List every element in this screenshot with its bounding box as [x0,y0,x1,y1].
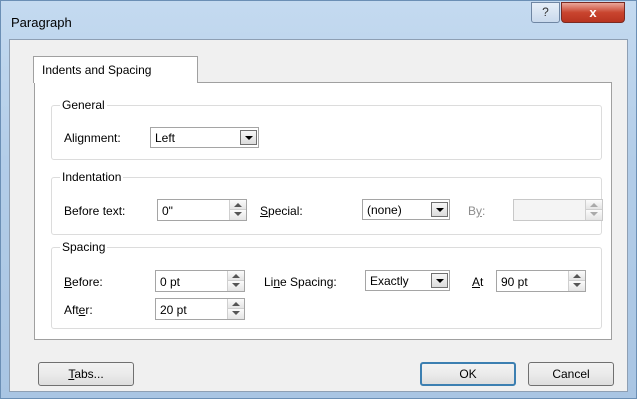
before-value: 0 pt [160,275,181,289]
ok-button[interactable]: OK [420,362,516,386]
line-spacing-label: Line Spacing: [264,275,337,289]
spin-up-icon[interactable] [228,271,244,281]
line-spacing-dropdown[interactable]: Exactly [365,270,450,291]
spin-down-icon[interactable] [586,210,602,220]
at-value: 90 pt [501,275,528,289]
by-label: By: [468,204,486,218]
spin-down-icon[interactable] [569,281,585,291]
spin-up-icon[interactable] [228,299,244,309]
after-label: After: [64,303,93,317]
before-spinner[interactable]: 0 pt [155,270,245,292]
spin-down-icon[interactable] [228,281,244,291]
spin-up-icon[interactable] [569,271,585,281]
special-label: Special: [260,204,303,218]
by-spinner[interactable] [513,199,603,221]
after-value: 20 pt [160,303,187,317]
at-spinner[interactable]: 90 pt [496,270,586,292]
alignment-dropdown[interactable]: Left [150,127,259,148]
special-value: (none) [367,203,402,217]
paragraph-dialog: Paragraph ? x Indents and Spacing Genera… [0,0,637,399]
chevron-down-icon[interactable] [240,130,257,145]
chevron-down-icon[interactable] [431,273,448,288]
cancel-button[interactable]: Cancel [528,362,614,386]
general-title: General [60,98,107,112]
close-button[interactable]: x [561,2,625,23]
special-dropdown[interactable]: (none) [362,199,450,220]
tab-indents-and-spacing[interactable]: Indents and Spacing [33,56,198,83]
spacing-group: Spacing Before: 0 pt Line Spacing: Exact… [51,240,602,329]
before-text-label: Before text: [64,204,126,218]
before-text-value: 0" [162,204,173,218]
before-text-spinner[interactable]: 0" [157,199,247,221]
help-button[interactable]: ? [531,2,560,23]
after-spinner[interactable]: 20 pt [155,298,245,320]
indentation-title: Indentation [60,170,124,184]
dialog-body: Indents and Spacing General Alignment: L… [9,39,628,392]
chevron-down-icon[interactable] [431,202,448,217]
at-label: At [472,275,484,289]
spacing-title: Spacing [60,240,108,254]
general-group: General Alignment: Left [51,98,602,160]
tab-panel: General Alignment: Left Indentation Befo… [34,82,612,340]
before-label: Before: [64,275,103,289]
spin-up-icon[interactable] [586,200,602,210]
title-bar[interactable]: Paragraph ? x [1,1,636,39]
indentation-group: Indentation Before text: 0" Special: (no… [51,170,603,235]
spin-down-icon[interactable] [228,309,244,319]
line-spacing-value: Exactly [370,274,409,288]
spin-up-icon[interactable] [230,200,246,210]
dialog-title: Paragraph [11,15,72,30]
alignment-value: Left [155,131,176,145]
spin-down-icon[interactable] [230,210,246,220]
tabs-button[interactable]: Tabs... [38,362,134,386]
alignment-label: Alignment: [64,131,121,145]
